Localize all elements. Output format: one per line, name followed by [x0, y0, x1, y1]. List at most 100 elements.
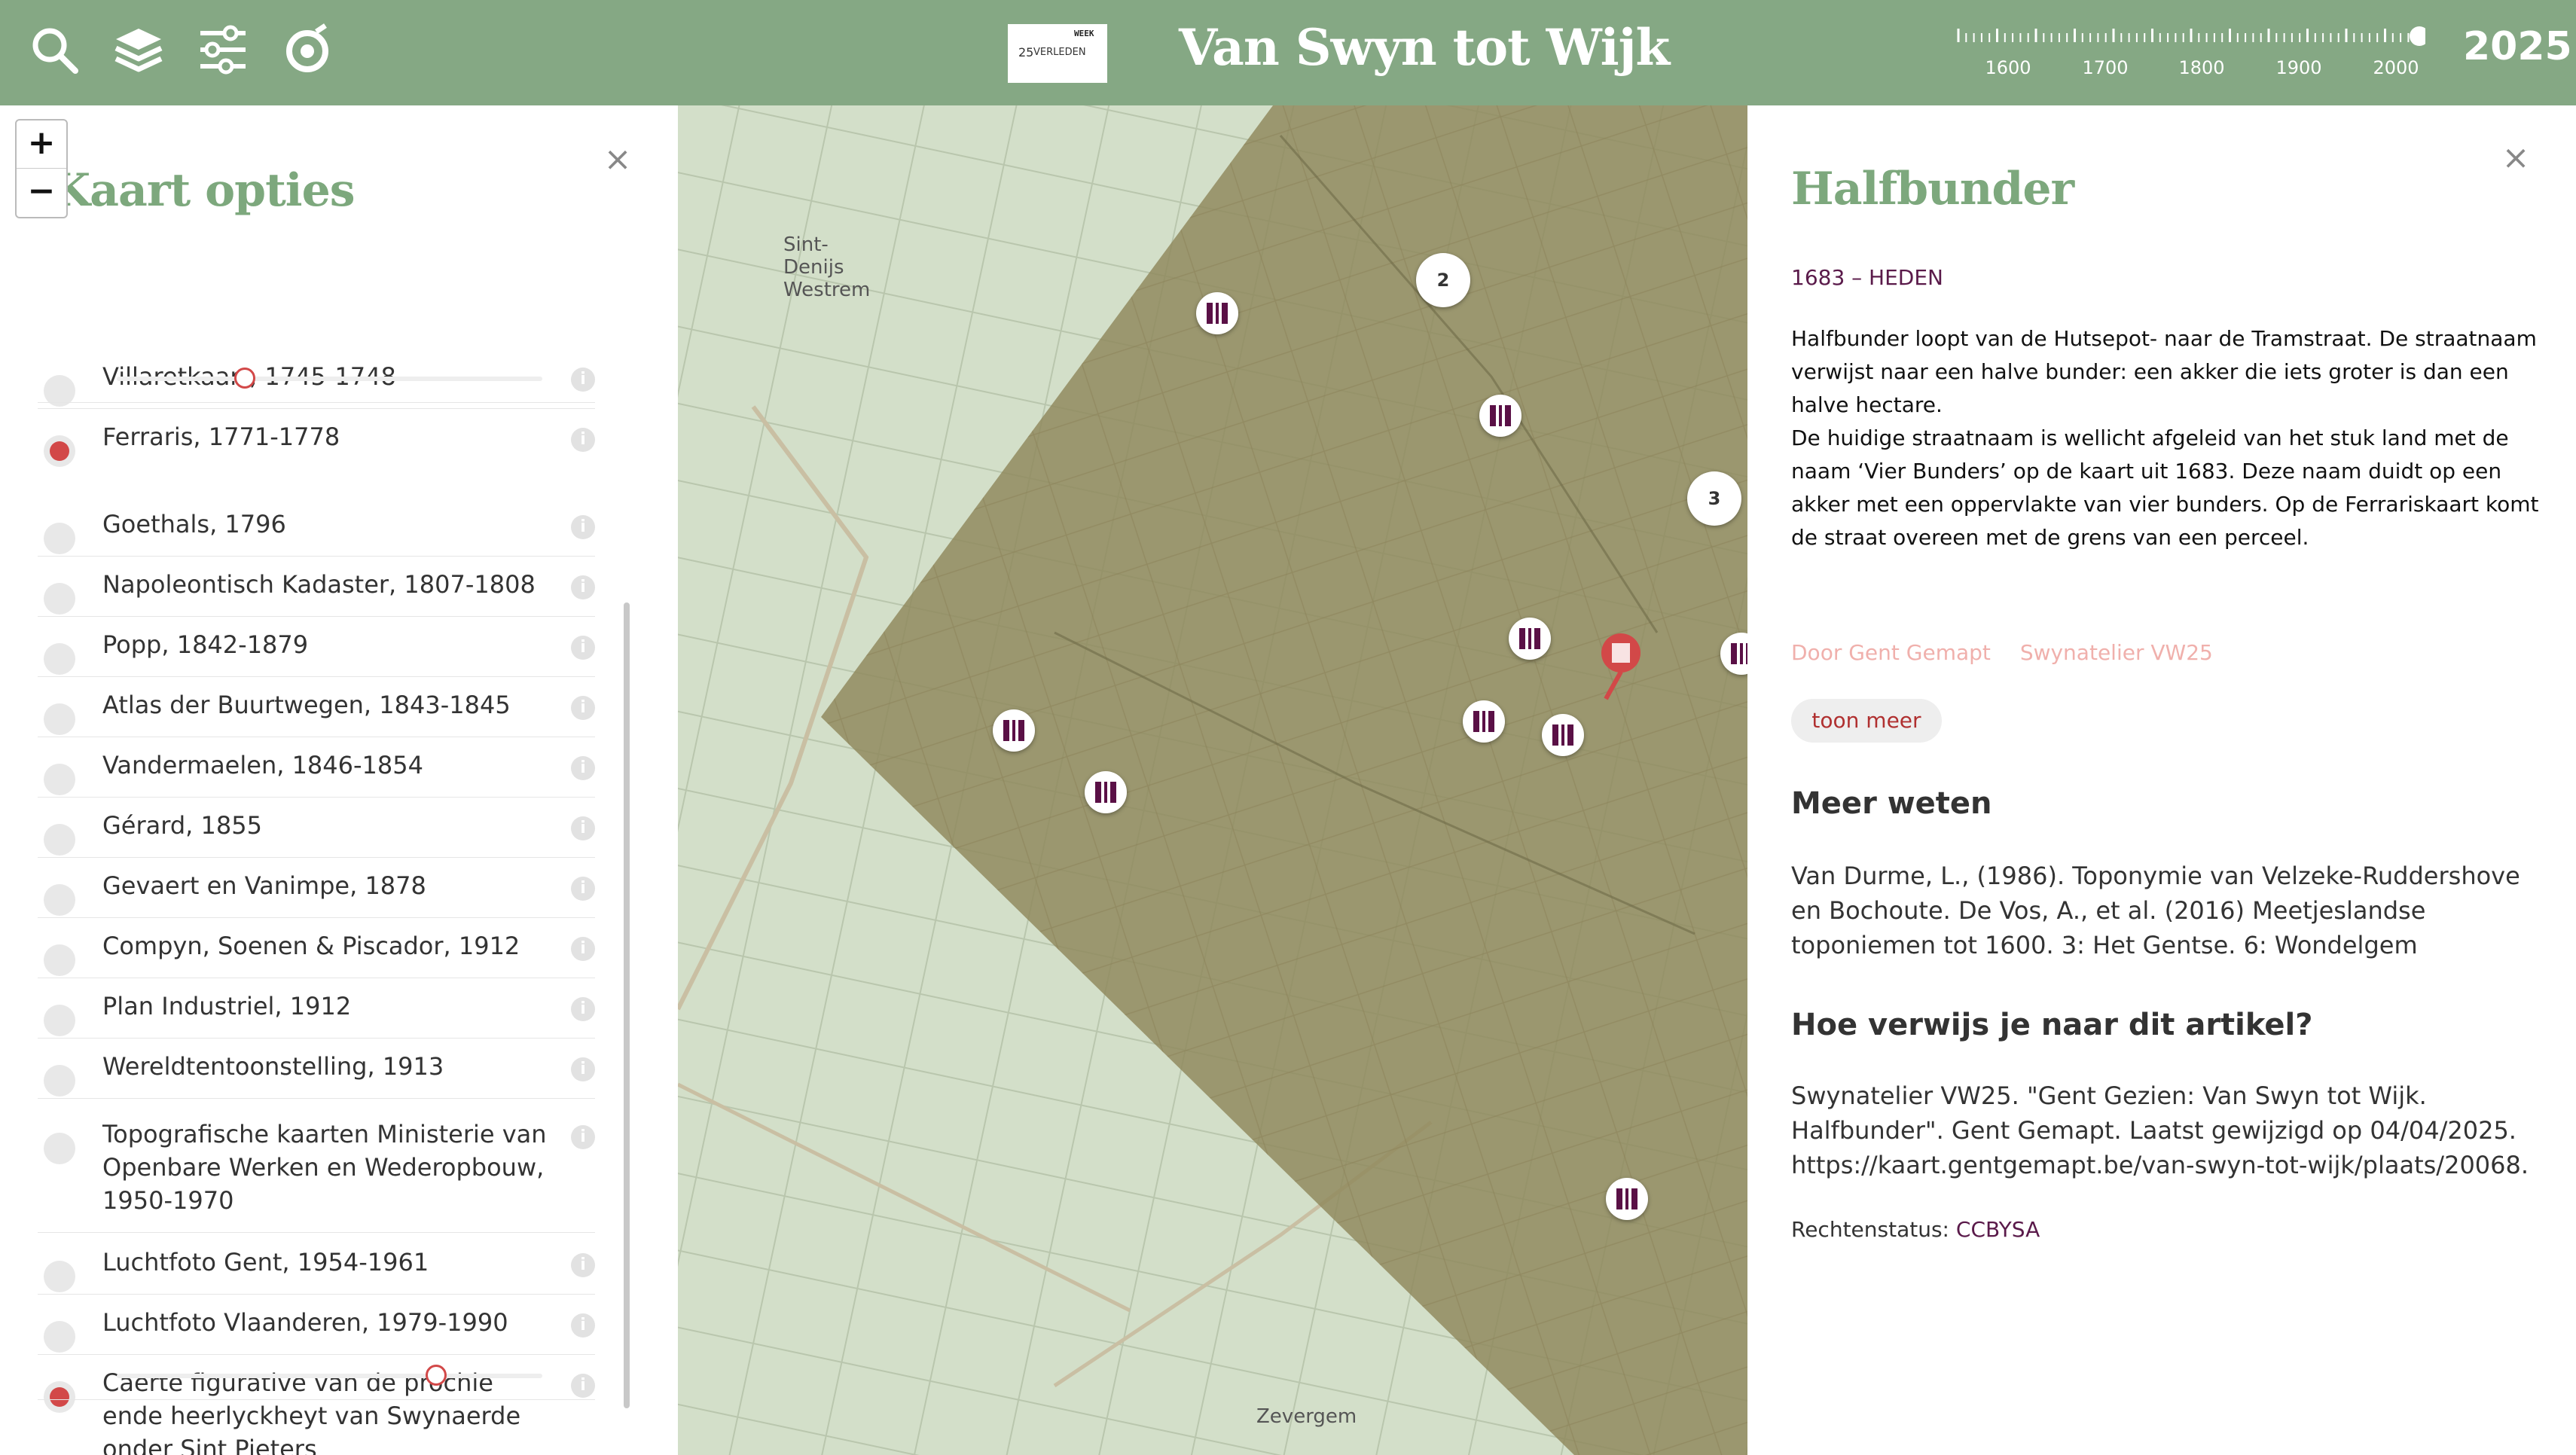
map-marker[interactable]	[1606, 1178, 1648, 1220]
opacity-slider[interactable]	[117, 368, 542, 389]
info-icon[interactable]: i	[571, 696, 595, 720]
credit-author[interactable]: Door Gent Gemapt	[1791, 640, 1991, 665]
slider-knob[interactable]	[233, 368, 255, 389]
info-icon[interactable]: i	[571, 937, 595, 961]
opacity-slider[interactable]	[117, 1365, 542, 1386]
layer-radio[interactable]	[44, 884, 75, 916]
layer-divider	[38, 797, 595, 798]
filter-sliders-icon[interactable]	[196, 23, 250, 77]
layer-label[interactable]: Wereldtentoonstelling, 1913	[102, 1050, 554, 1083]
info-icon[interactable]: i	[571, 877, 595, 901]
layer-radio[interactable]	[44, 643, 75, 675]
timeline-current-year: 2025	[2463, 24, 2572, 69]
info-icon[interactable]: i	[571, 1313, 595, 1338]
place-description: Halfbunder loopt van de Hutsepot- naar d…	[1791, 326, 2539, 550]
layer-radio[interactable]	[44, 764, 75, 795]
layer-label[interactable]: Goethals, 1796	[102, 508, 554, 541]
info-icon[interactable]: i	[571, 428, 595, 452]
layer-radio[interactable]	[44, 1321, 75, 1353]
info-icon[interactable]: i	[571, 1125, 595, 1149]
zoom-out-button[interactable]: −	[17, 168, 66, 216]
info-icon[interactable]: i	[571, 368, 595, 392]
map-label-zevergem: Zevergem	[1256, 1405, 1357, 1428]
timeline-label: 1600	[1985, 57, 2031, 78]
panel-scrollbar[interactable]	[624, 602, 630, 1408]
layer-radio[interactable]	[44, 703, 75, 735]
map-marker[interactable]	[993, 709, 1035, 752]
place-title: Halfbunder	[1791, 163, 2074, 215]
layer-divider	[38, 616, 595, 617]
timeline-label: 1800	[2178, 57, 2225, 78]
layer-label[interactable]: Compyn, Soenen & Piscador, 1912	[102, 929, 554, 962]
marker-icon	[1095, 782, 1116, 803]
map-marker[interactable]	[1479, 395, 1521, 437]
timeline-label: 1700	[2082, 57, 2129, 78]
show-more-button[interactable]: toon meer	[1791, 699, 1942, 743]
layer-divider	[38, 402, 595, 403]
layer-divider	[38, 1354, 595, 1355]
layers-icon[interactable]	[111, 23, 166, 77]
layer-label[interactable]: Luchtfoto Gent, 1954-1961	[102, 1246, 554, 1279]
search-icon[interactable]	[27, 23, 81, 77]
layer-divider	[38, 556, 595, 557]
layer-radio[interactable]	[44, 523, 75, 554]
timeline-slider[interactable]: 1600 1700 1800 1900 2000	[1951, 26, 2425, 78]
layer-radio[interactable]	[44, 1381, 75, 1413]
layer-label[interactable]: Luchtfoto Vlaanderen, 1979-1990	[102, 1306, 554, 1339]
location-target-icon[interactable]	[280, 23, 334, 77]
map-marker[interactable]	[1085, 771, 1127, 813]
layer-radio[interactable]	[44, 1065, 75, 1097]
layer-radio[interactable]	[44, 435, 75, 467]
layer-radio[interactable]	[44, 1133, 75, 1164]
info-icon[interactable]: i	[571, 1253, 595, 1277]
map-label-sint-denijs: Sint-Denijs Westrem	[783, 233, 871, 301]
layer-radio[interactable]	[44, 944, 75, 976]
info-icon[interactable]: i	[571, 636, 595, 660]
info-icon[interactable]: i	[571, 1374, 595, 1398]
layer-radio[interactable]	[44, 1261, 75, 1292]
layer-label[interactable]: Plan Industriel, 1912	[102, 990, 554, 1023]
layer-radio[interactable]	[44, 1005, 75, 1036]
layer-label[interactable]: Popp, 1842-1879	[102, 628, 554, 661]
info-icon[interactable]: i	[571, 575, 595, 599]
timeline-ticks	[1957, 26, 2425, 46]
map-cluster[interactable]: 3	[1687, 471, 1741, 526]
map-marker[interactable]	[1509, 618, 1551, 660]
marker-icon	[1473, 711, 1494, 732]
map-cluster[interactable]: 2	[1416, 253, 1470, 307]
info-icon[interactable]: i	[571, 997, 595, 1021]
site-logo[interactable]: 25 VERLEDEN WEEK	[1008, 24, 1107, 83]
layer-label[interactable]: Vandermaelen, 1846-1854	[102, 749, 554, 782]
close-detail-button[interactable]: ×	[2501, 142, 2531, 175]
map-marker[interactable]	[1463, 700, 1505, 743]
info-icon[interactable]: i	[571, 1057, 595, 1081]
marker-icon	[1207, 303, 1228, 324]
layer-divider	[38, 676, 595, 677]
license-link[interactable]: CCBYSA	[1956, 1217, 2040, 1242]
slider-knob[interactable]	[425, 1365, 447, 1386]
close-panel-button[interactable]: ×	[603, 143, 633, 176]
zoom-control: + −	[15, 119, 68, 218]
layer-label[interactable]: Gérard, 1855	[102, 809, 554, 842]
info-icon[interactable]: i	[571, 756, 595, 780]
panel-title: Kaart opties	[51, 164, 356, 217]
map-marker[interactable]	[1196, 292, 1238, 334]
layer-divider	[38, 1038, 595, 1039]
layer-label[interactable]: Topografische kaarten Ministerie van Ope…	[102, 1118, 554, 1217]
layer-radio[interactable]	[44, 583, 75, 615]
info-icon[interactable]: i	[571, 816, 595, 840]
layer-label[interactable]: Ferraris, 1771-1778	[102, 420, 554, 453]
credit-contributor[interactable]: Swynatelier VW25	[2020, 640, 2213, 665]
layer-label[interactable]: Napoleontisch Kadaster, 1807-1808	[102, 568, 554, 601]
info-icon[interactable]: i	[571, 515, 595, 539]
zoom-in-button[interactable]: +	[17, 120, 66, 168]
map-options-panel: Kaart opties × Villaretkaart, 1745-1748i…	[0, 105, 678, 1455]
rights-label: Rechtenstatus:	[1791, 1217, 1949, 1242]
layer-radio[interactable]	[44, 824, 75, 856]
layer-label[interactable]: Caerte figurative van de prochie ende he…	[102, 1366, 554, 1455]
layer-label[interactable]: Atlas der Buurtwegen, 1843-1845	[102, 688, 554, 721]
layer-divider	[38, 1098, 595, 1099]
timeline-label: 1900	[2275, 57, 2322, 78]
map-marker[interactable]	[1542, 714, 1584, 756]
layer-label[interactable]: Gevaert en Vanimpe, 1878	[102, 869, 554, 902]
